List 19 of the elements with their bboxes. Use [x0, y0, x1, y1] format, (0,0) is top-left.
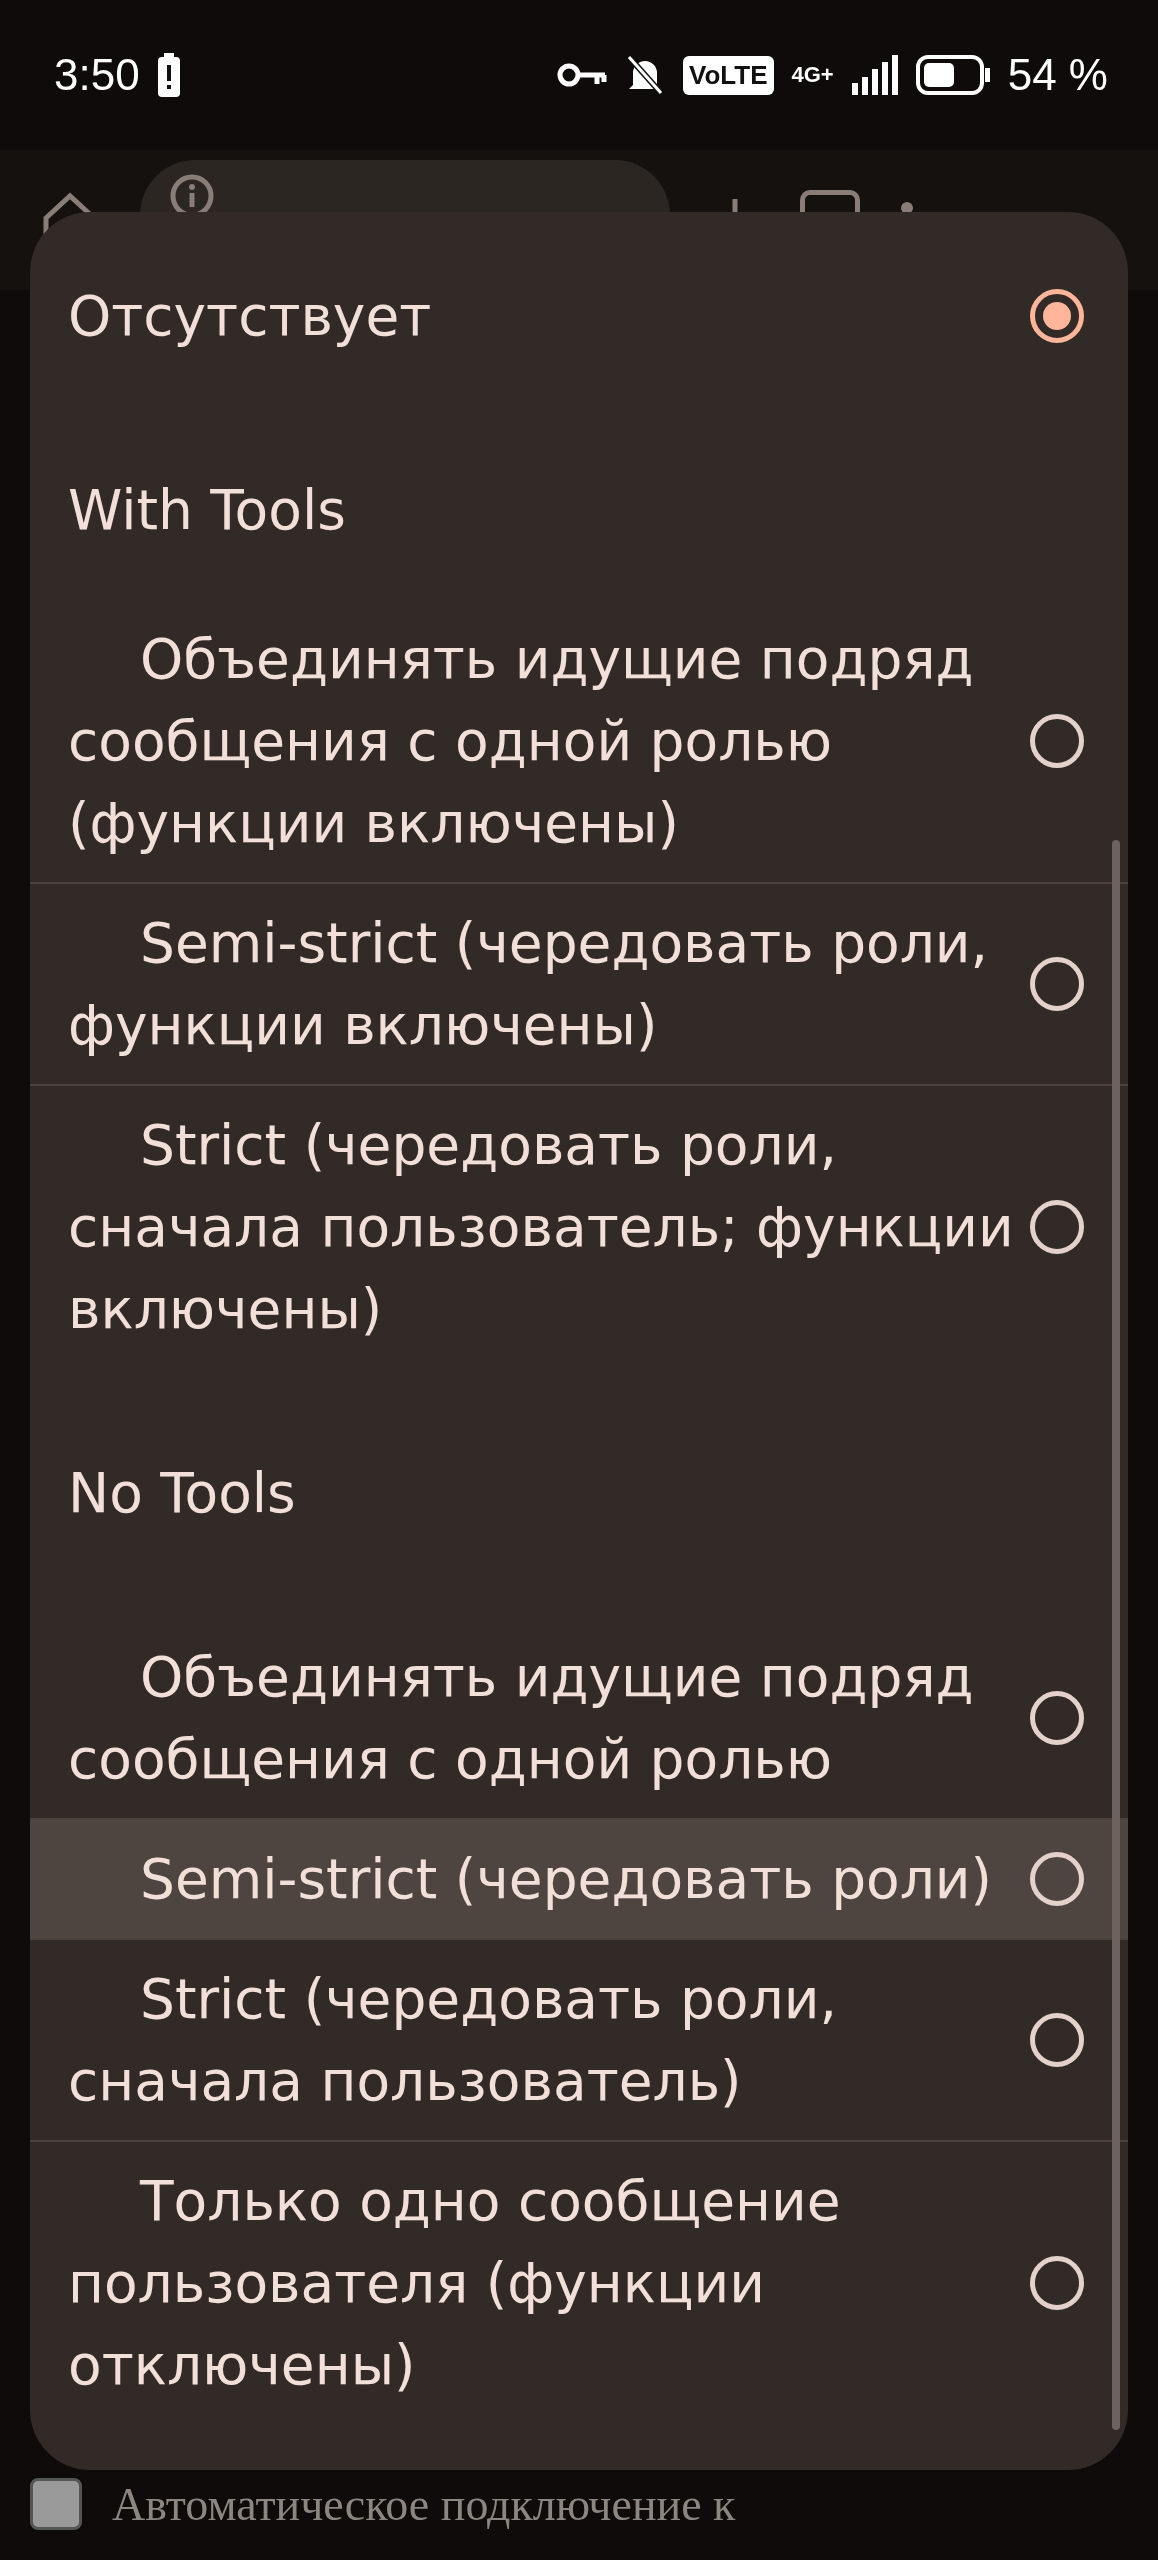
volte-badge: VoLTE	[683, 55, 774, 95]
battery-level: 54 %	[1007, 50, 1108, 100]
option-row[interactable]: Отсутствует	[30, 212, 1128, 420]
clock: 3:50	[54, 50, 140, 100]
option-label: Semi-strict (чередовать роли)	[139, 1846, 994, 1913]
option-label: Только одно сообщение пользователя (функции отключены)	[68, 2168, 842, 2399]
option-row[interactable]: Semi-strict (чередовать роли)	[30, 1818, 1128, 1938]
option-label: Объединять идущие подряд сообщения с одной ролью (функции включены)	[68, 626, 975, 857]
group-header: With Tools	[67, 477, 347, 544]
option-row[interactable]: Объединять идущие подряд сообщения с одной ролью (функции включены)	[30, 600, 1128, 882]
option-label: Strict (чередовать роли, сначала пользователь; функции включены)	[68, 1112, 1014, 1343]
option-label: Semi-strict (чередовать роли, функции включены)	[68, 910, 990, 1059]
option-row[interactable]: Объединять идущие подряд сообщения с одной ролью	[30, 1618, 1128, 1818]
option-label: Strict (чередовать роли, сначала пользователь)	[68, 1966, 838, 2115]
checkbox-label: Автоматическое подключение к	[112, 2478, 736, 2531]
option-label: Объединять идущие подряд сообщения с одной ролью	[68, 1644, 975, 1793]
network-type: 4G+	[791, 64, 834, 86]
option-label: Отсутствует	[68, 283, 433, 350]
group-header: No Tools	[67, 1460, 297, 1527]
